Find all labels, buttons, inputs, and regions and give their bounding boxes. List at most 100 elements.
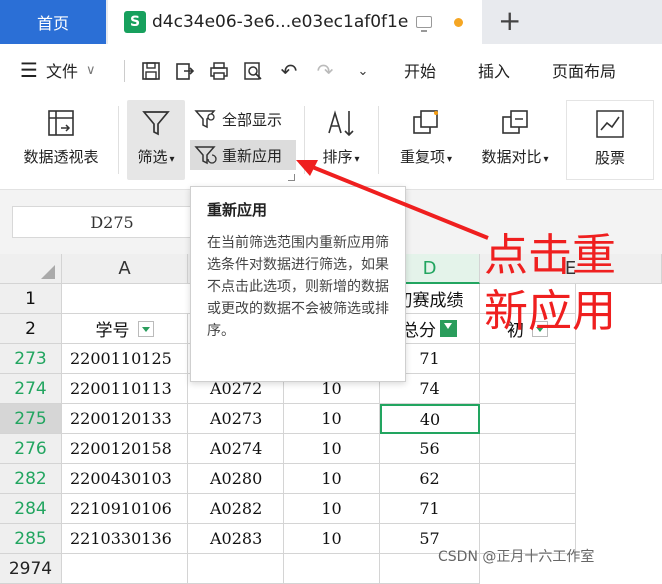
menu-item-page-layout[interactable]: 页面布局	[552, 44, 616, 96]
count-cell[interactable]: 10	[284, 524, 380, 554]
code-cell[interactable]: A0273	[188, 404, 284, 434]
data-compare-icon	[498, 106, 532, 140]
reapply-icon	[194, 146, 217, 165]
print-icon[interactable]	[206, 58, 232, 84]
student-id-cell[interactable]: 2200110113	[62, 374, 188, 404]
cell[interactable]	[62, 554, 188, 584]
code-cell[interactable]: A0274	[188, 434, 284, 464]
cell[interactable]	[480, 374, 576, 404]
row-header[interactable]: 273	[0, 344, 62, 374]
cell[interactable]	[480, 494, 576, 524]
total-score-cell[interactable]: 62	[380, 464, 480, 494]
redo-icon[interactable]: ↷	[312, 58, 338, 84]
watermark: CSDN @正月十六工作室	[438, 549, 595, 565]
row-header[interactable]: 276	[0, 434, 62, 464]
row-header[interactable]: 275	[0, 404, 62, 434]
sort-icon	[324, 106, 358, 140]
filter-dropdown-icon[interactable]	[137, 320, 154, 337]
count-cell[interactable]: 10	[284, 404, 380, 434]
count-cell[interactable]: 10	[284, 464, 380, 494]
chevron-down-icon: ∨	[85, 62, 96, 78]
student-id-cell[interactable]: 2200110125	[62, 344, 188, 374]
data-compare-button[interactable]: 数据对比 ▾	[472, 106, 558, 167]
sort-button[interactable]: 排序 ▾	[314, 106, 368, 167]
cell[interactable]	[480, 464, 576, 494]
divider	[118, 106, 119, 174]
cell[interactable]	[480, 434, 576, 464]
row-header[interactable]: 284	[0, 494, 62, 524]
student-id-cell[interactable]: 2200430103	[62, 464, 188, 494]
count-cell[interactable]: 10	[284, 434, 380, 464]
cell[interactable]	[480, 344, 576, 374]
header-cell-text: 总分	[402, 321, 436, 341]
ribbon-toolbar: 数据透视表 筛选 ▾ 全部显示 重新应用 排序 ▾ 重复项 ▾ 数据对比 ▾ 股…	[0, 96, 662, 190]
annotation-text: 点击重新应用	[484, 230, 616, 337]
row-header[interactable]: 285	[0, 524, 62, 554]
pivot-table-label: 数据透视表	[23, 148, 99, 166]
header-cell-student-id[interactable]: 学号	[62, 314, 188, 344]
file-menu-label: 文件	[45, 62, 78, 81]
student-id-cell[interactable]: 2210910106	[62, 494, 188, 524]
spreadsheet-icon: S	[124, 11, 146, 33]
data-compare-label: 数据对比 ▾	[481, 148, 549, 166]
new-tab-plus-icon[interactable]: +	[498, 6, 521, 36]
export-icon[interactable]	[172, 58, 198, 84]
quick-access-dropdown-icon[interactable]: ⌄	[350, 58, 376, 84]
stock-button[interactable]: 股票	[566, 100, 654, 180]
print-preview-icon[interactable]	[240, 58, 266, 84]
filter-funnel-icon	[139, 106, 173, 140]
column-header-a[interactable]: A	[62, 254, 188, 284]
cell[interactable]	[480, 404, 576, 434]
total-score-cell[interactable]: 56	[380, 434, 480, 464]
tooltip-body: 在当前筛选范围内重新应用筛选条件对数据进行筛选，如果不点击此选项，则新增的数据或…	[207, 235, 389, 339]
reapply-button[interactable]: 重新应用	[190, 140, 296, 170]
row-header[interactable]: 282	[0, 464, 62, 494]
file-menu[interactable]: ☰ 文件 ∨	[20, 44, 95, 96]
expand-corner-icon[interactable]	[288, 174, 295, 181]
show-all-button[interactable]: 全部显示	[190, 106, 286, 132]
tab-bar: 首页 S d4c34e06-3e6...e03ec1af0f1e +	[0, 0, 662, 44]
menu-item-insert[interactable]: 插入	[478, 44, 510, 96]
student-id-cell[interactable]: 2210330136	[62, 524, 188, 554]
name-box[interactable]: D275	[12, 206, 212, 238]
menu-bar: ☰ 文件 ∨ ↶ ↷ ⌄ 开始 插入 页面布局	[0, 44, 662, 96]
show-all-icon	[194, 110, 216, 129]
reapply-tooltip: 重新应用 在当前筛选范围内重新应用筛选条件对数据进行筛选，如果不点击此选项，则新…	[190, 186, 406, 382]
duplicates-button[interactable]: 重复项 ▾	[390, 106, 462, 167]
cell[interactable]	[188, 554, 284, 584]
stock-chart-icon	[593, 107, 627, 141]
row-header[interactable]: 1	[0, 284, 62, 314]
filter-button[interactable]: 筛选 ▾	[127, 106, 185, 167]
count-cell[interactable]: 10	[284, 494, 380, 524]
duplicates-icon	[409, 106, 443, 140]
cell[interactable]	[284, 554, 380, 584]
monitor-icon	[416, 16, 433, 32]
save-icon[interactable]	[138, 58, 164, 84]
total-score-cell[interactable]: 71	[380, 494, 480, 524]
code-cell[interactable]: A0280	[188, 464, 284, 494]
code-cell[interactable]: A0282	[188, 494, 284, 524]
student-id-cell[interactable]: 2200120133	[62, 404, 188, 434]
sort-label: 排序 ▾	[322, 148, 360, 166]
reapply-label: 重新应用	[222, 146, 283, 165]
selected-cell[interactable]: 40	[380, 404, 480, 434]
tooltip-title: 重新应用	[207, 201, 268, 219]
select-all-corner[interactable]	[0, 254, 62, 284]
pivot-table-button[interactable]: 数据透视表	[14, 106, 108, 167]
duplicates-label: 重复项 ▾	[399, 148, 453, 166]
filter-label: 筛选 ▾	[137, 148, 175, 166]
row-header[interactable]: 274	[0, 374, 62, 404]
hamburger-icon: ☰	[20, 58, 38, 82]
tab-home[interactable]: 首页	[0, 0, 106, 44]
undo-icon[interactable]: ↶	[276, 58, 302, 84]
code-cell[interactable]: A0283	[188, 524, 284, 554]
row-header[interactable]: 2974	[0, 554, 62, 584]
divider	[124, 60, 125, 82]
pivot-table-icon	[44, 106, 78, 140]
show-all-label: 全部显示	[222, 110, 283, 129]
active-filter-icon[interactable]	[440, 320, 457, 337]
menu-item-start[interactable]: 开始	[404, 44, 436, 96]
tab-document[interactable]: S d4c34e06-3e6...e03ec1af0f1e	[108, 0, 482, 44]
student-id-cell[interactable]: 2200120158	[62, 434, 188, 464]
row-header[interactable]: 2	[0, 314, 62, 344]
